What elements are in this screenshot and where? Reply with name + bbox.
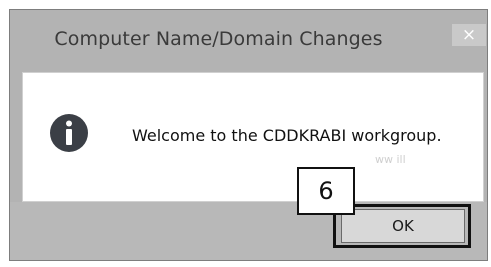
welcome-message: Welcome to the CDDKRABI workgroup. xyxy=(132,126,442,145)
faint-text: ww ill xyxy=(375,153,406,166)
dialog-title: Computer Name/Domain Changes xyxy=(54,28,383,50)
step-callout: 6 xyxy=(297,167,355,215)
title-bar: Computer Name/Domain Changes × xyxy=(10,10,487,68)
info-icon xyxy=(50,114,88,152)
close-icon: × xyxy=(461,25,477,45)
close-button[interactable]: × xyxy=(452,24,486,46)
message-panel: Welcome to the CDDKRABI workgroup. ww il… xyxy=(22,72,484,202)
